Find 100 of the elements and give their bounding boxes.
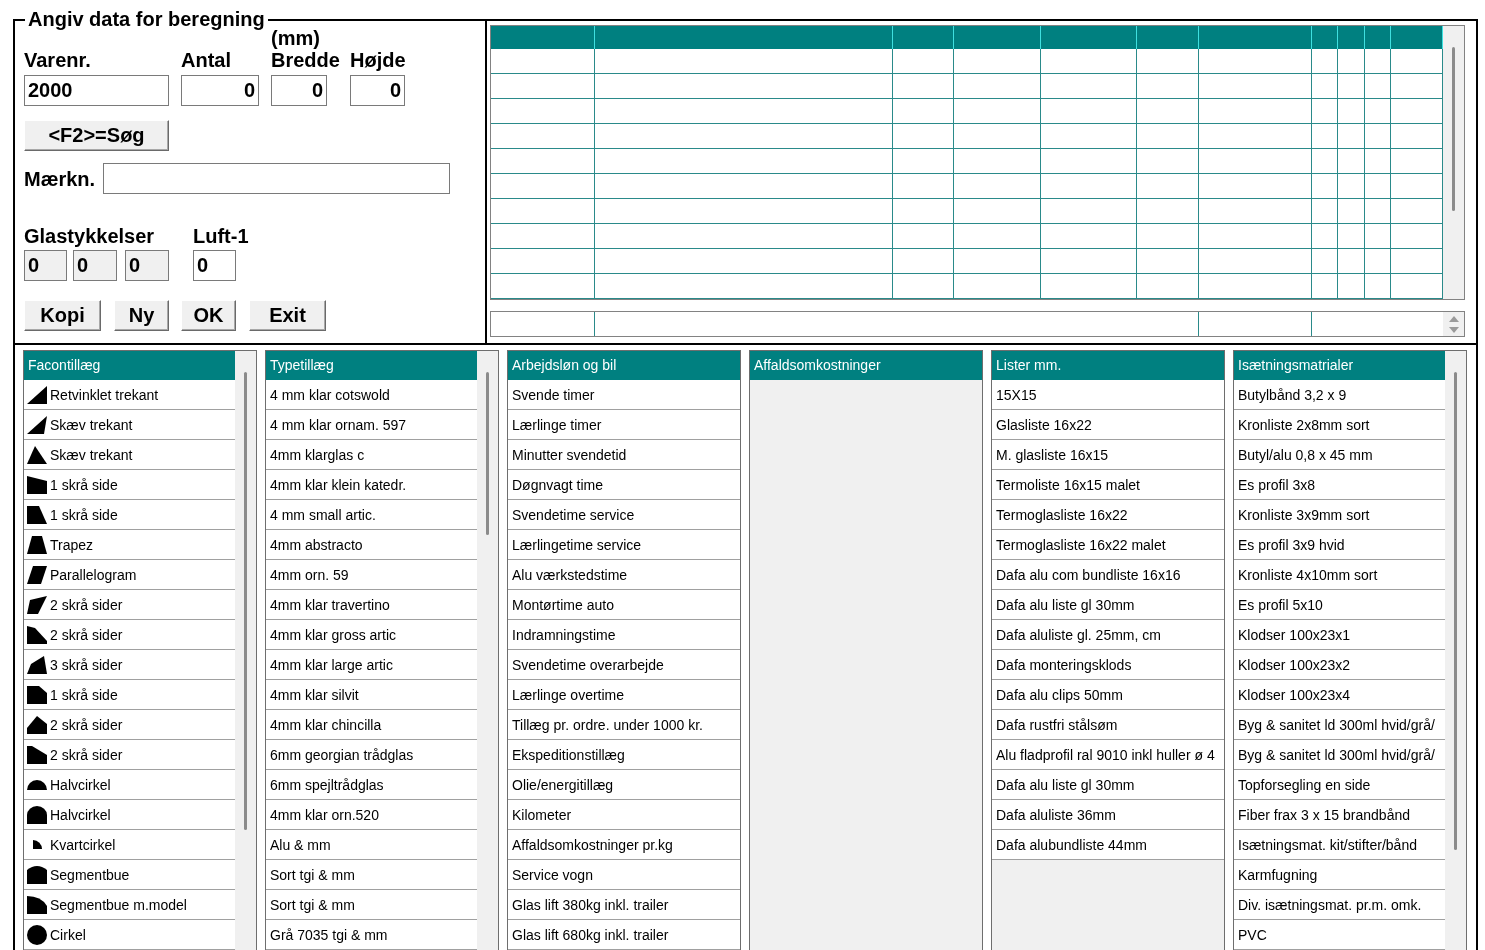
table-cell[interactable] <box>491 49 595 74</box>
list-item[interactable]: Dafa alu liste gl 30mm <box>992 770 1224 800</box>
table-cell[interactable] <box>1338 199 1365 224</box>
list-item[interactable]: 4mm klarglas c <box>266 440 477 470</box>
list-item[interactable]: 4 mm klar ornam. 597 <box>266 410 477 440</box>
list-item[interactable]: Cirkel <box>24 920 235 950</box>
list-item[interactable]: Skæv trekant <box>24 440 235 470</box>
table-cell[interactable] <box>491 74 595 99</box>
table-cell[interactable] <box>1199 274 1312 299</box>
list-item[interactable]: Dafa aluliste 36mm <box>992 800 1224 830</box>
table-cell[interactable] <box>893 99 954 124</box>
new-button[interactable]: Ny <box>114 300 169 331</box>
scrollbar-thumb[interactable] <box>1454 372 1457 850</box>
list-item[interactable]: 4mm klar gross artic <box>266 620 477 650</box>
table-cell[interactable] <box>1312 74 1338 99</box>
table-cell[interactable] <box>1365 99 1391 124</box>
list-item[interactable]: Topforsegling en side <box>1234 770 1445 800</box>
list-item[interactable]: 1 skrå side <box>24 500 235 530</box>
list-item[interactable]: Service vogn <box>508 860 740 890</box>
table-cell[interactable] <box>1199 174 1312 199</box>
table-cell[interactable] <box>1338 99 1365 124</box>
list-item[interactable]: Lærlinge overtime <box>508 680 740 710</box>
scrollbar-thumb[interactable] <box>244 372 247 830</box>
table-cell[interactable] <box>1041 49 1137 74</box>
list-item[interactable]: 2 skrå sider <box>24 620 235 650</box>
table-cell[interactable] <box>1041 174 1137 199</box>
copy-button[interactable]: Kopi <box>24 300 101 331</box>
exit-button[interactable]: Exit <box>249 300 326 331</box>
scrollbar-thumb[interactable] <box>486 372 489 535</box>
list-item[interactable]: M. glasliste 16x15 <box>992 440 1224 470</box>
table-cell[interactable] <box>1312 199 1338 224</box>
table-cell[interactable] <box>1199 224 1312 249</box>
list-item[interactable]: Parallelogram <box>24 560 235 590</box>
list-item[interactable]: Termoliste 16x15 malet <box>992 470 1224 500</box>
list-item[interactable]: 2 skrå sider <box>24 710 235 740</box>
list-item[interactable]: Lærlingetime service <box>508 530 740 560</box>
table-cell[interactable] <box>595 249 893 274</box>
table-cell[interactable] <box>1338 124 1365 149</box>
list-item[interactable]: Kronliste 3x9mm sort <box>1234 500 1445 530</box>
list-item[interactable]: 1 skrå side <box>24 470 235 500</box>
table-cell[interactable] <box>954 174 1041 199</box>
table-cell[interactable] <box>1365 149 1391 174</box>
table-cell[interactable] <box>954 249 1041 274</box>
list-item[interactable]: Karmfugning <box>1234 860 1445 890</box>
table-cell[interactable] <box>954 74 1041 99</box>
list-item[interactable]: Fiber frax 3 x 15 brandbånd <box>1234 800 1445 830</box>
table-cell[interactable] <box>1199 49 1312 74</box>
list-item[interactable]: Svendetime overarbejde <box>508 650 740 680</box>
table-cell[interactable] <box>1312 149 1338 174</box>
list-item[interactable]: Kronliste 2x8mm sort <box>1234 410 1445 440</box>
table-cell[interactable] <box>893 74 954 99</box>
table-cell[interactable] <box>954 199 1041 224</box>
table-cell[interactable] <box>1041 149 1137 174</box>
table-cell[interactable] <box>1199 99 1312 124</box>
table-cell[interactable] <box>595 224 893 249</box>
list-item[interactable]: Klodser 100x23x2 <box>1234 650 1445 680</box>
table-cell[interactable] <box>954 49 1041 74</box>
table-cell[interactable] <box>1312 249 1338 274</box>
table-cell[interactable] <box>1041 99 1137 124</box>
list-item[interactable]: 4 mm klar cotswold <box>266 380 477 410</box>
list-item[interactable]: Butylbånd 3,2 x 9 <box>1234 380 1445 410</box>
list-item[interactable]: Glas lift 380kg inkl. trailer <box>508 890 740 920</box>
spin-button[interactable] <box>1443 312 1464 336</box>
list-item[interactable]: 2 skrå sider <box>24 740 235 770</box>
list-item[interactable]: Lærlinge timer <box>508 410 740 440</box>
table-cell[interactable] <box>595 199 893 224</box>
table-cell[interactable] <box>595 49 893 74</box>
table-cell[interactable] <box>1041 224 1137 249</box>
table-cell[interactable] <box>1312 124 1338 149</box>
list-item[interactable]: Halvcirkel <box>24 770 235 800</box>
list-item[interactable]: Es profil 5x10 <box>1234 590 1445 620</box>
table-cell[interactable] <box>491 249 595 274</box>
list-item[interactable]: Kvartcirkel <box>24 830 235 860</box>
input-field[interactable]: 0 <box>271 75 327 106</box>
table-cell[interactable] <box>595 149 893 174</box>
table-cell[interactable] <box>1338 149 1365 174</box>
list-item[interactable]: 2 skrå sider <box>24 590 235 620</box>
list-item[interactable]: Alu & mm <box>266 830 477 860</box>
table-cell[interactable] <box>1338 74 1365 99</box>
table-cell[interactable] <box>491 174 595 199</box>
table-cell[interactable] <box>1137 124 1199 149</box>
list-item[interactable]: Butyl/alu 0,8 x 45 mm <box>1234 440 1445 470</box>
list-item[interactable]: Affaldsomkostninger pr.kg <box>508 830 740 860</box>
list-item[interactable]: 4 mm small artic. <box>266 500 477 530</box>
table-cell[interactable] <box>595 74 893 99</box>
table-cell[interactable] <box>491 199 595 224</box>
table-cell[interactable] <box>1365 49 1391 74</box>
table-cell[interactable] <box>1137 99 1199 124</box>
input-field[interactable] <box>103 163 450 194</box>
table-cell[interactable] <box>1137 249 1199 274</box>
list-item[interactable]: Trapez <box>24 530 235 560</box>
list-item[interactable]: 1 skrå side <box>24 680 235 710</box>
table-cell[interactable] <box>1365 124 1391 149</box>
table-cell[interactable] <box>954 99 1041 124</box>
list-item[interactable]: Kilometer <box>508 800 740 830</box>
table-cell[interactable] <box>491 224 595 249</box>
list-item[interactable]: Termoglasliste 16x22 malet <box>992 530 1224 560</box>
table-cell[interactable] <box>1312 224 1338 249</box>
search-button[interactable]: <F2>=Søg <box>24 120 169 151</box>
list-item[interactable]: Indramningstime <box>508 620 740 650</box>
